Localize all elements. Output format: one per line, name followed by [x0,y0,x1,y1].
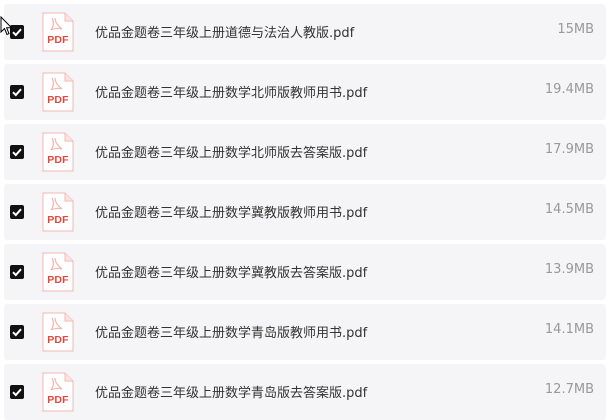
file-row[interactable]: PDF 优品金题卷三年级上册数学冀教版去答案版.pdf 13.9MB [4,244,606,300]
checkbox-checked-icon[interactable] [10,265,24,279]
checkbox-checked-icon[interactable] [10,145,24,159]
file-name[interactable]: 优品金题卷三年级上册数学青岛版教师用书.pdf [95,322,367,341]
file-size: 14.1MB [544,322,594,337]
pdf-file-icon: PDF [42,12,74,52]
file-name[interactable]: 优品金题卷三年级上册数学北师版去答案版.pdf [95,142,367,161]
file-size: 15MB [557,22,594,37]
file-row[interactable]: PDF 优品金题卷三年级上册数学北师版去答案版.pdf 17.9MB [4,124,606,180]
pdf-icon-label: PDF [47,94,69,106]
file-name[interactable]: 优品金题卷三年级上册数学北师版教师用书.pdf [95,82,367,101]
pdf-file-icon: PDF [42,312,74,352]
pdf-file-icon: PDF [42,252,74,292]
file-name[interactable]: 优品金题卷三年级上册数学冀教版去答案版.pdf [95,262,367,281]
pdf-icon-label: PDF [47,34,69,46]
checkbox-checked-icon[interactable] [10,85,24,99]
pdf-file-icon: PDF [42,372,74,412]
pdf-file-icon: PDF [42,72,74,112]
file-row[interactable]: PDF 优品金题卷三年级上册数学北师版教师用书.pdf 19.4MB [4,64,606,120]
checkbox-checked-icon[interactable] [10,205,24,219]
pdf-icon-label: PDF [47,394,69,406]
file-row[interactable]: PDF 优品金题卷三年级上册数学冀教版教师用书.pdf 14.5MB [4,184,606,240]
file-name[interactable]: 优品金题卷三年级上册数学青岛版去答案版.pdf [95,382,367,401]
file-row[interactable]: PDF 优品金题卷三年级上册道德与法治人教版.pdf 15MB [4,4,606,60]
checkbox-checked-icon[interactable] [10,325,24,339]
file-row[interactable]: PDF 优品金题卷三年级上册数学青岛版去答案版.pdf 12.7MB [4,364,606,420]
file-size: 13.9MB [544,262,594,277]
checkbox-checked-icon[interactable] [10,385,24,399]
pdf-icon-label: PDF [47,274,69,286]
pdf-icon-label: PDF [47,334,69,346]
file-name[interactable]: 优品金题卷三年级上册道德与法治人教版.pdf [95,22,354,41]
file-size: 12.7MB [544,382,594,397]
file-size: 17.9MB [544,142,594,157]
pdf-file-icon: PDF [42,132,74,172]
file-name[interactable]: 优品金题卷三年级上册数学冀教版教师用书.pdf [95,202,367,221]
file-size: 14.5MB [544,202,594,217]
pdf-file-icon: PDF [42,192,74,232]
pdf-icon-label: PDF [47,214,69,226]
mouse-cursor-icon [0,16,14,36]
file-size: 19.4MB [544,82,594,97]
file-row[interactable]: PDF 优品金题卷三年级上册数学青岛版教师用书.pdf 14.1MB [4,304,606,360]
pdf-icon-label: PDF [47,154,69,166]
